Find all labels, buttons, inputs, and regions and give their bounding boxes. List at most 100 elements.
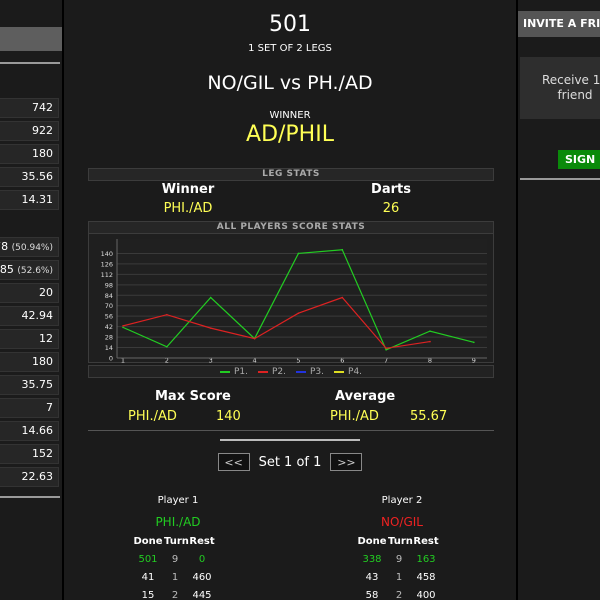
winner-label: WINNER <box>269 110 311 121</box>
table-row: 41 1 460 <box>132 568 218 586</box>
leg-winner-value: PHI./AD <box>163 201 213 216</box>
data-point-p2 <box>253 337 256 340</box>
data-point-p1 <box>429 330 431 332</box>
data-point-p2 <box>122 325 124 327</box>
legend-swatch <box>334 370 345 373</box>
leg-darts-column: Darts 26 <box>291 182 491 216</box>
stat-row: 152 <box>0 444 59 464</box>
data-point-p2 <box>385 347 387 350</box>
data-point-p1 <box>122 326 124 329</box>
score-chart: 0 14 28 42 56 70 84 98 112 126 140 1 2 3 4 5 6 7 8 9 <box>88 233 494 365</box>
stat-row: 20 <box>0 283 59 303</box>
max-score-value: 140 <box>216 409 241 424</box>
invite-friend-header[interactable]: INVITE A FRIEND <box>518 11 600 37</box>
stat-row: 742 <box>0 98 59 118</box>
legend-swatch <box>296 370 306 373</box>
data-point-p2 <box>297 312 300 314</box>
cell-turn: 2 <box>395 589 403 600</box>
stat-row: 180 <box>0 144 59 164</box>
match-stats-panel: 501 1 SET OF 2 LEGS NO/GIL vs PH./AD WIN… <box>64 0 516 600</box>
data-point-p1 <box>166 345 168 348</box>
average-label: Average <box>335 389 396 404</box>
prev-set-button[interactable]: << <box>217 453 250 471</box>
stat-row: 14.31 <box>0 190 59 210</box>
table-header-row: Done Turn Rest <box>132 532 218 550</box>
game-type: 501 <box>269 12 311 37</box>
cell-done: 43 <box>365 571 379 583</box>
right-promo-panel: INVITE A FRIEND Receive 10 friend SIGN <box>518 0 600 600</box>
cell-rest: 460 <box>192 571 212 583</box>
col-rest: Rest <box>413 535 439 547</box>
player1-heading: Player 1 <box>157 495 199 506</box>
right-divider <box>520 178 600 180</box>
leg-winner-header: Winner <box>161 182 215 197</box>
score-chart-svg: 0142842567084981121261401 2 3 4 5 6 7 8 9 <box>101 239 487 365</box>
data-point-p2 <box>166 313 168 316</box>
stat-row: 78 (50.94%) <box>0 237 59 257</box>
next-set-button[interactable]: >> <box>330 453 363 471</box>
data-point-p1 <box>341 248 344 251</box>
legend-item-p2: P2. <box>257 367 286 377</box>
legend-swatch <box>219 370 230 373</box>
stat-row: 35.56 <box>0 167 59 187</box>
table-row: 58 2 400 <box>356 586 442 600</box>
y-tick-label: 70 <box>105 302 113 310</box>
stat-row: 42.94 <box>0 306 59 326</box>
table-row: 501 9 0 <box>132 550 218 568</box>
data-point-p1 <box>473 341 475 344</box>
table-row: 43 1 458 <box>356 568 442 586</box>
leg-darts-header: Darts <box>371 182 411 197</box>
table-header-row: Done Turn Rest <box>356 532 442 550</box>
promo-line-2: friend <box>557 88 593 102</box>
match-title: NO/GIL vs PH./AD <box>207 72 373 94</box>
stat-row: 7 <box>0 398 59 418</box>
cell-rest: 163 <box>416 553 436 565</box>
cell-turn: 1 <box>171 571 179 583</box>
legend-item-p3: P3. <box>296 367 324 377</box>
promo-line-1: Receive 10 <box>541 73 600 87</box>
leg-darts-value: 26 <box>382 201 400 216</box>
set-indicator: Set 1 of 1 <box>258 454 322 470</box>
left-stats-panel: 742 922 180 35.56 14.31 78 (50.94%) 485 … <box>0 0 62 600</box>
data-point-p2 <box>429 340 431 343</box>
legend-swatch <box>257 370 268 373</box>
referral-promo-box: Receive 10 friend <box>520 57 600 119</box>
player1-name: PHI./AD <box>155 515 201 529</box>
y-tick-label: 0 <box>109 355 113 363</box>
col-turn: Turn <box>388 535 413 547</box>
legend-item-p1: P1. <box>219 367 248 377</box>
stat-row: 485 (52.6%) <box>0 260 59 280</box>
legend-item-p4: P4. <box>334 367 362 377</box>
table-row: 15 2 445 <box>132 586 218 600</box>
y-tick-label: 140 <box>101 250 113 258</box>
col-done: Done <box>357 535 387 547</box>
leg-stats-title: LEG STATS <box>88 168 494 181</box>
cell-rest: 400 <box>416 589 436 600</box>
left-divider-bottom <box>0 496 60 498</box>
summary-divider <box>88 430 494 431</box>
y-tick-label: 14 <box>105 344 113 352</box>
cell-done: 41 <box>141 571 155 583</box>
table-row: 338 9 163 <box>356 550 442 568</box>
data-point-p1 <box>297 252 300 255</box>
cell-turn: 9 <box>171 553 179 565</box>
average-player: PHI./AD <box>330 409 379 424</box>
max-score-label: Max Score <box>155 389 231 404</box>
left-panel-header[interactable] <box>0 27 62 51</box>
cell-rest: 458 <box>416 571 436 583</box>
stat-row: 35.75 <box>0 375 59 395</box>
col-rest: Rest <box>189 535 215 547</box>
left-divider-top <box>0 62 60 64</box>
average-value: 55.67 <box>410 409 448 424</box>
player1-throws-table: Done Turn Rest 501 9 0 41 1 460 15 2 445 <box>132 532 218 600</box>
cell-rest: 445 <box>192 589 212 600</box>
sign-up-button[interactable]: SIGN <box>558 150 600 169</box>
cell-turn: 2 <box>171 589 179 600</box>
stat-row: 180 <box>0 352 59 372</box>
y-tick-label: 98 <box>105 281 113 289</box>
y-tick-label: 126 <box>101 260 113 268</box>
cell-done: 15 <box>141 589 155 600</box>
y-tick-label: 42 <box>105 323 113 331</box>
col-turn: Turn <box>164 535 189 547</box>
game-format: 1 SET OF 2 LEGS <box>248 43 332 54</box>
